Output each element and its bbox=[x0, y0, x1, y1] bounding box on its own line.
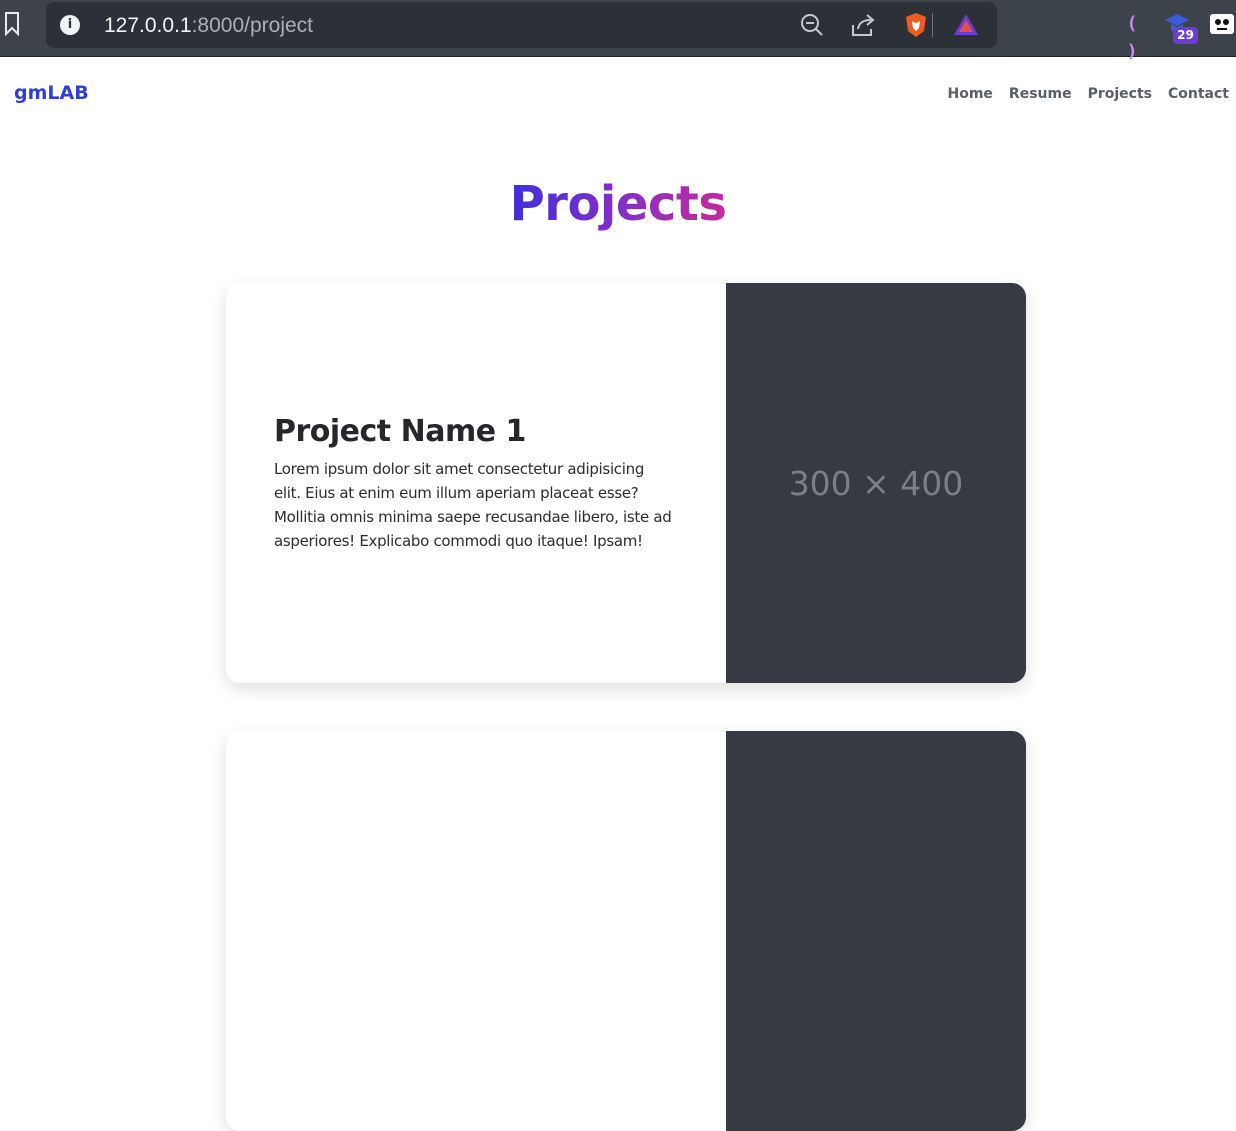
image-placeholder-label: 300 × 400 bbox=[788, 463, 964, 503]
project-image-placeholder: 300 × 400 bbox=[726, 283, 1026, 683]
project-name: Project Name 1 bbox=[274, 413, 526, 449]
site-info-icon[interactable]: i bbox=[60, 15, 80, 35]
extension-mask-icon[interactable] bbox=[1208, 10, 1236, 38]
nav-menu: Home Resume Projects Contact bbox=[948, 86, 1230, 102]
page-title: Projects bbox=[0, 176, 1236, 232]
url-host: 127.0.0.1 bbox=[104, 14, 192, 37]
brave-shields-icon[interactable] bbox=[902, 11, 930, 39]
brand-logo[interactable]: gmLAB bbox=[14, 82, 89, 104]
bookmark-icon[interactable] bbox=[4, 12, 20, 36]
nav-link-contact[interactable]: Contact bbox=[1168, 86, 1229, 102]
nav-link-resume[interactable]: Resume bbox=[1009, 86, 1072, 102]
brave-rewards-icon[interactable] bbox=[952, 11, 980, 39]
project-card-body bbox=[274, 731, 674, 1131]
share-icon[interactable] bbox=[849, 11, 877, 39]
project-card-body: Project Name 1 Lorem ipsum dolor sit ame… bbox=[274, 283, 674, 683]
project-description: Lorem ipsum dolor sit amet consectetur a… bbox=[274, 459, 672, 550]
url-text[interactable]: 127.0.0.1:8000/project bbox=[104, 14, 313, 38]
project-card: Project Name 1 Lorem ipsum dolor sit ame… bbox=[226, 283, 1026, 683]
page-title-text: Projects bbox=[509, 176, 727, 232]
toolbar-divider bbox=[932, 13, 933, 37]
project-image-placeholder bbox=[726, 731, 1026, 1131]
zoom-out-icon[interactable] bbox=[798, 11, 826, 39]
nav-link-projects[interactable]: Projects bbox=[1088, 86, 1152, 102]
address-bar[interactable]: i 127.0.0.1:8000/project bbox=[46, 2, 997, 48]
nav-link-home[interactable]: Home bbox=[948, 86, 993, 102]
site-navbar: gmLAB Home Resume Projects Contact bbox=[0, 58, 1236, 130]
browser-toolbar: i 127.0.0.1:8000/project ( ) 29 bbox=[0, 0, 1236, 62]
project-card bbox=[226, 731, 1026, 1131]
url-path: :8000/project bbox=[191, 14, 314, 37]
extension-badge: 29 bbox=[1173, 27, 1198, 44]
extension-brackets-icon[interactable]: ( ) bbox=[1118, 10, 1146, 62]
